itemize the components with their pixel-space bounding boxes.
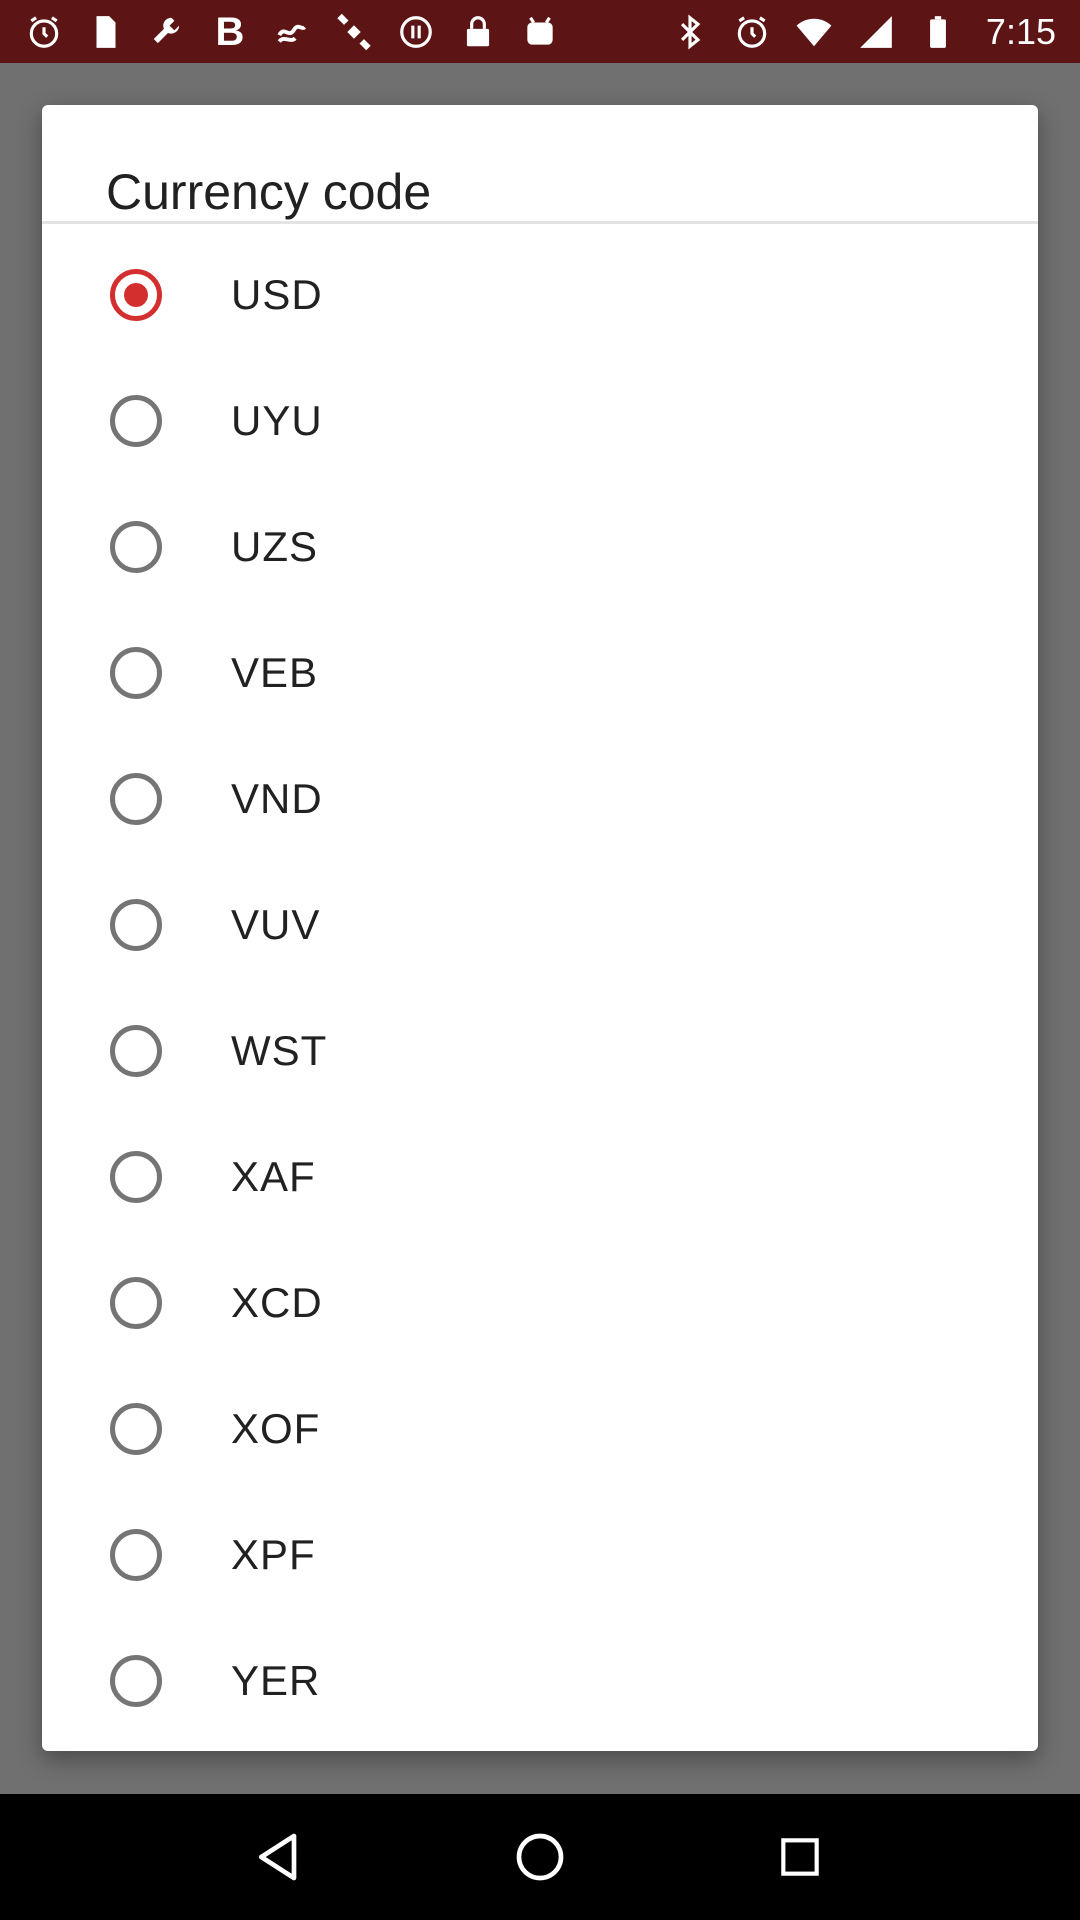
alarm-icon: [732, 12, 772, 52]
file-icon: [86, 12, 126, 52]
radio-button[interactable]: [110, 395, 162, 447]
currency-option-vuv[interactable]: VUV: [42, 862, 1038, 988]
wrench-icon: [148, 12, 188, 52]
radio-button-selected[interactable]: [110, 269, 162, 321]
bluetooth-icon: [670, 12, 710, 52]
navigation-bar: [0, 1794, 1080, 1920]
dialog-title: Currency code: [106, 164, 432, 220]
currency-option-xpf[interactable]: XPF: [42, 1492, 1038, 1618]
no-entry-icon: [396, 12, 436, 52]
currency-option-label: XPF: [231, 1531, 316, 1578]
currency-option-label: USD: [231, 271, 323, 318]
title-divider: [42, 221, 1038, 224]
currency-option-label: UZS: [231, 523, 318, 570]
currency-option-usd[interactable]: USD: [42, 232, 1038, 358]
currency-option-xaf[interactable]: XAF: [42, 1114, 1038, 1240]
back-icon[interactable]: [245, 1822, 315, 1892]
radio-button[interactable]: [110, 1655, 162, 1707]
currency-option-xcd[interactable]: XCD: [42, 1240, 1038, 1366]
bold-b-icon: B: [215, 9, 245, 54]
android-icon: [520, 12, 560, 52]
lock-icon: [458, 12, 498, 52]
currency-option-yer[interactable]: YER: [42, 1618, 1038, 1744]
satellite-icon: [334, 12, 374, 52]
battery-icon: [918, 12, 958, 52]
radio-button[interactable]: [110, 899, 162, 951]
currency-option-label: VND: [231, 775, 323, 822]
swirl-icon: [272, 12, 312, 52]
currency-option-vnd[interactable]: VND: [42, 736, 1038, 862]
currency-code-dialog: Currency code USD UYU UZS VEB VND VUV WS…: [42, 105, 1038, 1751]
radio-button[interactable]: [110, 1151, 162, 1203]
currency-option-wst[interactable]: WST: [42, 988, 1038, 1114]
currency-option-label: XCD: [231, 1279, 323, 1326]
currency-option-label: YER: [231, 1657, 321, 1704]
currency-option-label: XAF: [231, 1153, 316, 1200]
radio-button[interactable]: [110, 773, 162, 825]
alarm-icon: [24, 12, 64, 52]
currency-option-label: VUV: [231, 901, 321, 948]
currency-options-list: USD UYU UZS VEB VND VUV WST XAF XCD XOF …: [42, 232, 1038, 1744]
currency-option-veb[interactable]: VEB: [42, 610, 1038, 736]
currency-option-uzs[interactable]: UZS: [42, 484, 1038, 610]
radio-button[interactable]: [110, 647, 162, 699]
radio-button[interactable]: [110, 1529, 162, 1581]
radio-button[interactable]: [110, 521, 162, 573]
recents-icon[interactable]: [765, 1822, 835, 1892]
home-icon[interactable]: [505, 1822, 575, 1892]
currency-option-xof[interactable]: XOF: [42, 1366, 1038, 1492]
status-bar: B 7:15: [0, 0, 1080, 63]
radio-button[interactable]: [110, 1025, 162, 1077]
signal-icon: [856, 12, 896, 52]
currency-option-label: UYU: [231, 397, 323, 444]
radio-button[interactable]: [110, 1277, 162, 1329]
currency-option-label: XOF: [231, 1405, 321, 1452]
currency-option-label: VEB: [231, 649, 319, 696]
status-clock: 7:15: [985, 10, 1056, 52]
currency-option-label: WST: [231, 1027, 328, 1074]
currency-option-uyu[interactable]: UYU: [42, 358, 1038, 484]
wifi-icon: [794, 12, 834, 52]
radio-button[interactable]: [110, 1403, 162, 1455]
